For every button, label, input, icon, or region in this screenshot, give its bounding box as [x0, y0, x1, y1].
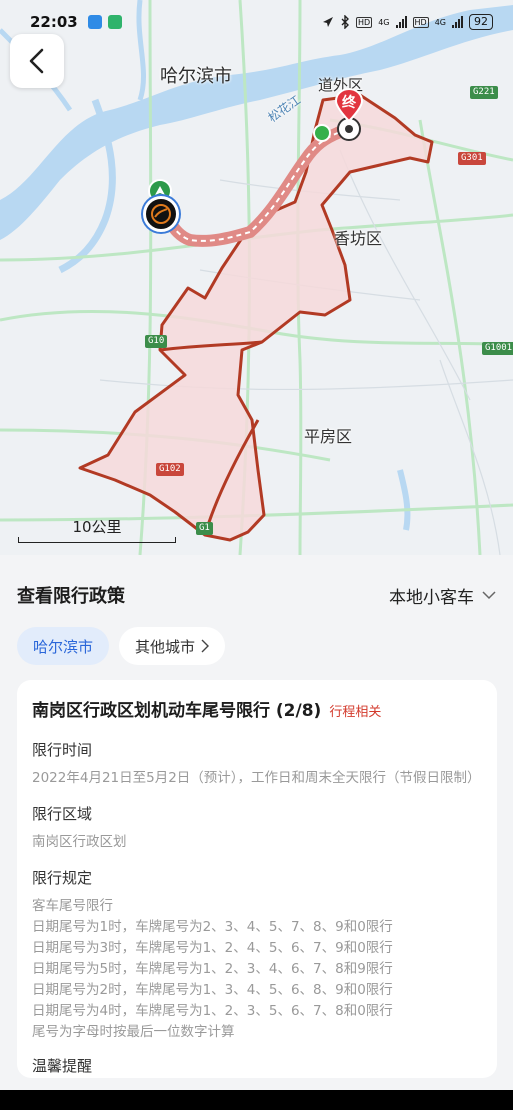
road-badge-g221: G221 — [470, 86, 498, 99]
road-badge-g301: G301 — [458, 152, 486, 165]
bottom-bar — [0, 1090, 513, 1110]
vehicle-type-select[interactable]: 本地小客车 — [389, 583, 496, 608]
section-text-time: 2022年4月21日至5月2日（预计），工作日和周末全天限行（节假日限制） — [32, 770, 481, 786]
hd-icon: HD — [356, 16, 373, 28]
map-canvas — [0, 0, 513, 555]
hd-icon-2: HD — [412, 16, 429, 28]
app-notification-icon — [87, 15, 102, 29]
network-label: 4G — [378, 17, 390, 27]
battery-icon: 92 — [469, 14, 493, 30]
policy-header: 查看限行政策 本地小客车 — [17, 582, 496, 608]
network-label-2: 4G — [434, 17, 446, 27]
tab-other-cities-label: 其他城市 — [135, 637, 196, 656]
signal-icon-2 — [452, 16, 463, 28]
scale-bar — [18, 537, 176, 543]
road-badge-g10: G10 — [145, 335, 168, 348]
restriction-card[interactable]: 南岗区行政区划机动车尾号限行 (2/8) 行程相关 限行时间 2022年4月21… — [17, 680, 497, 1078]
rule-line: 尾号为字母时按最后一位数字计算 — [32, 1024, 235, 1040]
route-related-tag: 行程相关 — [329, 705, 382, 720]
section-text-area: 南岗区行政区划 — [32, 834, 127, 850]
section-heading-area: 限行区域 — [32, 805, 93, 823]
destination-pin-icon[interactable]: 终 — [334, 87, 364, 123]
rule-line: 日期尾号为1时，车牌尾号为2、3、4、5、7、8、9和0限行 — [32, 919, 393, 935]
bluetooth-icon — [341, 15, 350, 29]
section-heading-tips: 温馨提醒 — [32, 1057, 93, 1075]
scale-label: 10公里 — [72, 518, 122, 536]
route-map[interactable]: 哈尔滨市 道外区 松花江 香坊区 平房区 G221 G301 G1001 G10… — [0, 0, 513, 555]
map-label-xiangfang: 香坊区 — [334, 229, 383, 248]
back-button[interactable] — [10, 34, 64, 88]
chevron-left-icon — [29, 48, 44, 74]
tab-other-cities[interactable]: 其他城市 — [119, 627, 226, 665]
status-time: 22:03 — [30, 13, 78, 31]
destination-pin-label: 终 — [342, 95, 356, 111]
waypoint-icon — [313, 124, 331, 142]
road-badge-g102: G102 — [156, 463, 184, 476]
section-heading-rules: 限行规定 — [32, 869, 93, 887]
section-heading-time: 限行时间 — [32, 741, 93, 759]
app-notification-icon-2 — [107, 15, 122, 29]
map-scale: 10公里 — [18, 516, 176, 543]
rule-line: 客车尾号限行 — [32, 898, 113, 914]
rule-line: 日期尾号为4时，车牌尾号为1、2、3、5、6、7、8和0限行 — [32, 1003, 393, 1019]
map-label-harbin: 哈尔滨市 — [160, 66, 232, 87]
rules-list: 客车尾号限行 日期尾号为1时，车牌尾号为2、3、4、5、7、8、9和0限行 日期… — [32, 896, 482, 1043]
vehicle-type-label: 本地小客车 — [389, 587, 474, 608]
road-badge-g1001: G1001 — [482, 342, 513, 355]
policy-panel: 查看限行政策 本地小客车 哈尔滨市 其他城市 南岗区行政区划机动车尾号限行 (2… — [0, 560, 513, 1090]
user-location-icon[interactable] — [143, 196, 179, 232]
status-bar: 22:03 HD 4G HD 4G 92 — [0, 0, 513, 44]
card-title: 南岗区行政区划机动车尾号限行 (2/8) — [32, 701, 322, 721]
policy-title: 查看限行政策 — [17, 586, 125, 607]
road-badge-g1: G1 — [196, 522, 213, 535]
signal-icon — [395, 16, 407, 28]
chevron-down-icon — [482, 591, 496, 600]
map-label-pingfang: 平房区 — [304, 427, 353, 446]
rule-line: 日期尾号为2时，车牌尾号为1、3、4、5、6、8、9和0限行 — [32, 982, 393, 998]
rule-line: 日期尾号为3时，车牌尾号为1、2、4、5、6、7、9和0限行 — [32, 940, 393, 956]
tab-harbin[interactable]: 哈尔滨市 — [17, 627, 110, 665]
city-tabs: 哈尔滨市 其他城市 — [17, 627, 226, 665]
chevron-right-icon — [201, 639, 210, 653]
card-title-row: 南岗区行政区划机动车尾号限行 (2/8) 行程相关 — [32, 696, 482, 721]
location-icon — [323, 17, 334, 27]
rule-line: 日期尾号为5时，车牌尾号为1、2、3、4、6、7、8和9限行 — [32, 961, 393, 977]
